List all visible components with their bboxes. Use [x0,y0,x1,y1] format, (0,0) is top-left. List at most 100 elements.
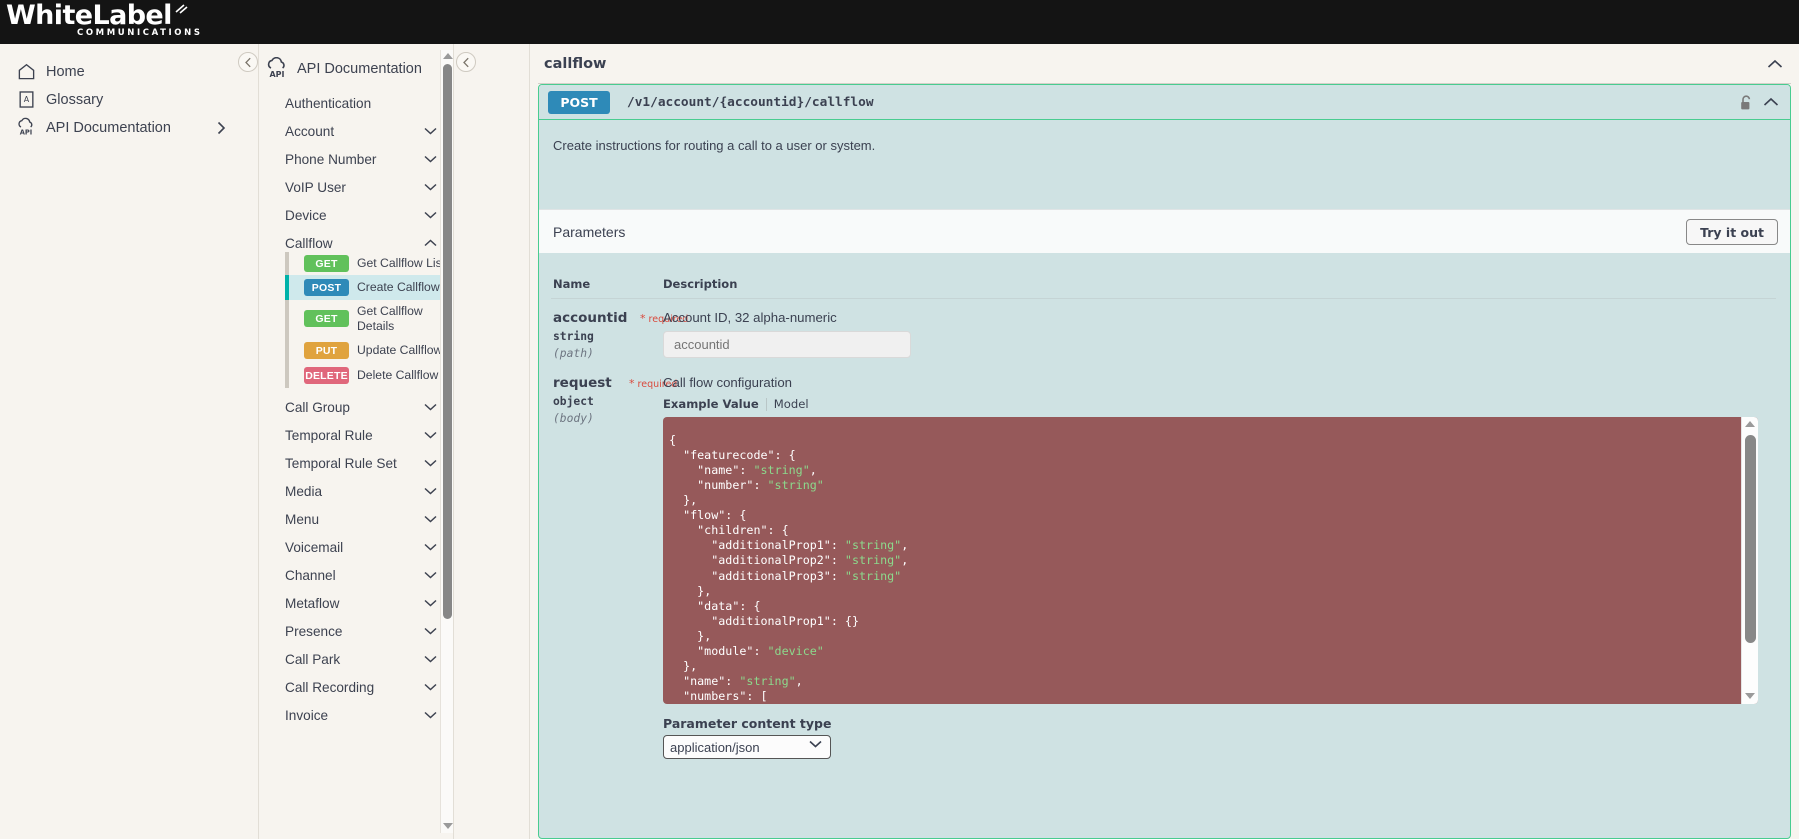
operation-path: /v1/account/{accountid}/callflow [627,85,874,120]
parameter-type: object [553,395,594,408]
method-label: Update Callflow [357,343,451,358]
required-star: * [629,377,635,390]
nav-item-label: Invoice [285,701,328,729]
chevron-up-icon [1763,97,1779,107]
method-label: Get Callflow List [357,256,451,271]
method-item-get-callflow-details[interactable]: GET Get Callflow Details [285,300,451,338]
page-title: callflow [544,56,606,72]
chevron-down-icon [424,617,437,645]
sidebar-collapse-button[interactable] [238,52,258,72]
nav-item-label: VoIP User [285,173,346,201]
tag-collapse-button[interactable] [1764,53,1786,75]
nav-item-voicemail[interactable]: Voicemail [259,533,451,561]
nav-item-temporal-rule-set[interactable]: Temporal Rule Set [259,449,451,477]
method-label: Delete Callflow [357,368,451,383]
brand-subtitle: COMMUNICATIONS [77,28,203,38]
method-badge-delete: DELETE [304,367,349,384]
chevron-down-icon [424,117,437,145]
parameter-content-type-label: Parameter content type [663,716,831,731]
nav-item-phone-number[interactable]: Phone Number [259,145,451,173]
scroll-down-arrow-icon[interactable] [1745,693,1755,699]
try-it-out-button[interactable]: Try it out [1686,219,1778,245]
main-content: callflow POST /v1/account/{accountid}/ca… [530,44,1799,839]
nav-item-channel[interactable]: Channel [259,561,451,589]
parameter-name: request [553,375,612,391]
column-header-description: Description [663,277,737,291]
nav-item-metaflow[interactable]: Metaflow [259,589,451,617]
nav-item-temporal-rule[interactable]: Temporal Rule [259,421,451,449]
api-cloud-icon: API [16,117,36,137]
brand-logo-text: WhiteLabel [6,1,172,30]
tab-divider [766,398,767,411]
brand-bar: WhiteLabel COMMUNICATIONS [0,0,1799,44]
nav-item-device[interactable]: Device [259,201,451,229]
table-row-request: request * required object (body) Call fl… [539,375,1790,665]
nav-item-label: Account [285,117,334,145]
method-label: Get Callflow Details [357,304,451,334]
chevron-down-icon [424,561,437,589]
method-label: Create Callflow [357,280,451,295]
chevron-down-icon [424,173,437,201]
unlock-icon[interactable] [1739,95,1754,111]
table-row-accountid: accountid * required string (path) Accou… [539,310,1790,375]
operation-summary[interactable]: POST /v1/account/{accountid}/callflow [539,85,1790,120]
nav-item-call-park[interactable]: Call Park [259,645,451,673]
sidebar-item-label: API Documentation [46,112,171,144]
parameter-type: string [553,330,594,343]
nav-divider [453,44,454,839]
svg-text:API: API [269,70,284,79]
nav-item-authentication[interactable]: Authentication [259,89,451,117]
operation-collapse-button[interactable] [1760,91,1782,113]
method-rail [285,252,289,275]
sidebar-item-api-documentation[interactable]: API API Documentation [0,112,259,144]
chevron-down-icon [424,505,437,533]
nav-item-label: Temporal Rule Set [285,449,397,477]
accountid-input[interactable] [663,331,911,358]
chevron-down-icon [424,449,437,477]
example-model-tabs: Example Value Model [663,397,809,411]
nav-item-label: Metaflow [285,589,339,617]
tab-model[interactable]: Model [774,397,809,411]
svg-text:API: API [20,129,33,137]
tab-example-value[interactable]: Example Value [663,397,759,411]
nav-item-presence[interactable]: Presence [259,617,451,645]
book-icon: A [16,89,36,109]
api-nav-header: API API Documentation [259,54,451,84]
method-item-delete-callflow[interactable]: DELETE Delete Callflow [285,363,451,388]
nav-item-call-group[interactable]: Call Group [259,393,451,421]
method-item-get-callflow-list[interactable]: GET Get Callflow List [285,252,451,275]
scrollbar-thumb[interactable] [1745,435,1756,643]
nav-item-label: Channel [285,561,336,589]
api-nav-collapse-button[interactable] [456,52,476,72]
api-cloud-icon: API [265,57,289,81]
nav-item-label: Presence [285,617,342,645]
method-badge-get: GET [304,310,349,327]
method-item-update-callflow[interactable]: PUT Update Callflow [285,338,451,363]
nav-item-menu[interactable]: Menu [259,505,451,533]
chevron-down-icon [424,477,437,505]
home-icon [16,61,36,81]
chevron-right-icon[interactable] [216,112,226,144]
nav-item-call-recording[interactable]: Call Recording [259,673,451,701]
nav-item-label: Voicemail [285,533,343,561]
nav-item-media[interactable]: Media [259,477,451,505]
nav-item-voip-user[interactable]: VoIP User [259,173,451,201]
chevron-down-icon [424,421,437,449]
nav-item-invoice[interactable]: Invoice [259,701,451,729]
method-badge-get: GET [304,255,349,272]
nav-item-account[interactable]: Account [259,117,451,145]
example-value-code-block[interactable]: { "featurecode": { "name": "string", "nu… [663,417,1758,704]
scroll-up-arrow-icon[interactable] [1745,421,1755,427]
scrollbar-thumb[interactable] [443,64,452,619]
chevron-left-icon [462,57,471,68]
method-item-create-callflow[interactable]: POST Create Callflow [285,275,451,300]
nav-item-label: Call Recording [285,673,374,701]
scroll-up-arrow-icon[interactable] [443,53,453,59]
code-block-scrollbar[interactable] [1741,417,1758,704]
scroll-down-arrow-icon[interactable] [443,823,453,829]
example-value-json: { "featurecode": { "name": "string", "nu… [669,433,908,704]
parameter-content-type-select[interactable]: application/json [663,735,831,759]
api-nav-scrollbar[interactable] [440,50,453,833]
method-rail [285,363,289,388]
parameter-description: Call flow configuration [663,375,792,390]
